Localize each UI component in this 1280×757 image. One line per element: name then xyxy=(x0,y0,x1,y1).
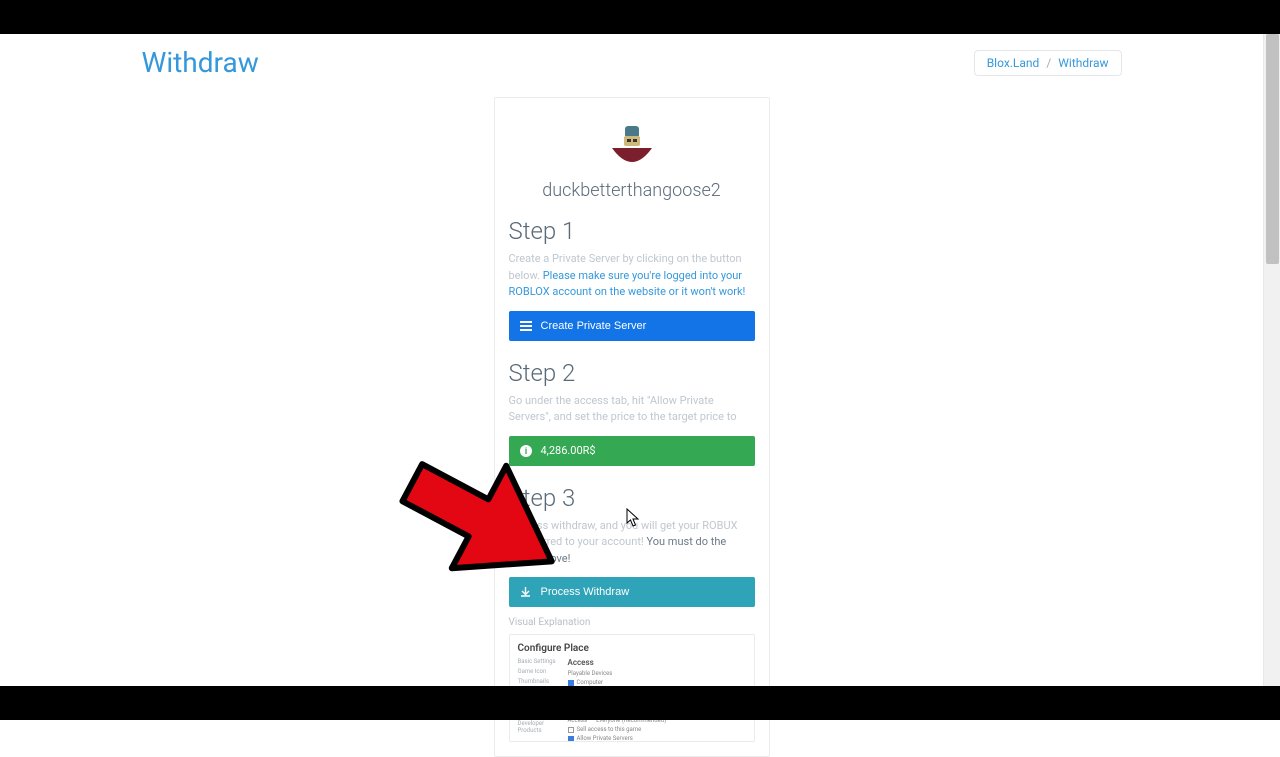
breadcrumb-root[interactable]: Blox.Land xyxy=(987,56,1040,70)
visual-explanation-label: Visual Explanation xyxy=(509,617,755,628)
list-icon xyxy=(519,319,533,333)
create-private-server-label: Create Private Server xyxy=(541,320,647,332)
process-withdraw-button[interactable]: Process Withdraw xyxy=(509,577,755,607)
config-row: Sell access to this game xyxy=(568,726,746,733)
target-price-badge: i 4,286.00R$ xyxy=(509,436,755,466)
withdraw-card: duckbetterthangoose2 Step 1 Create a Pri… xyxy=(494,97,770,757)
step3-title: Step 3 xyxy=(509,484,755,512)
info-circle-icon: i xyxy=(519,444,533,458)
process-withdraw-label: Process Withdraw xyxy=(541,586,630,598)
checkbox-icon xyxy=(568,680,574,686)
config-nav-item: Game Icon xyxy=(518,668,560,675)
config-nav-item: Basic Settings xyxy=(518,658,560,665)
scrollbar-track[interactable] xyxy=(1263,34,1280,686)
config-section-title: Access xyxy=(568,658,746,667)
page-title: Withdraw xyxy=(142,46,259,79)
download-icon xyxy=(519,585,533,599)
checkbox-icon xyxy=(568,727,574,733)
step2-description: Go under the access tab, hit "Allow Priv… xyxy=(509,393,755,426)
letterbox-bottom xyxy=(0,686,1280,720)
scrollbar-thumb[interactable] xyxy=(1266,34,1279,264)
page-header: Withdraw Blox.Land / Withdraw xyxy=(142,34,1122,79)
create-private-server-button[interactable]: Create Private Server xyxy=(509,311,755,341)
page-content: Withdraw Blox.Land / Withdraw duckbetter… xyxy=(0,34,1263,686)
config-row: Playable Devices xyxy=(568,670,746,677)
avatar-container xyxy=(509,118,755,172)
step1-desc-emph: Please make sure you're logged into your… xyxy=(509,269,746,299)
step1-title: Step 1 xyxy=(509,217,755,245)
breadcrumb-separator: / xyxy=(1046,56,1051,70)
step1-description: Create a Private Server by clicking on t… xyxy=(509,251,755,301)
breadcrumb: Blox.Land / Withdraw xyxy=(974,50,1122,76)
step3-description: Process withdraw, and you will get your … xyxy=(509,518,755,568)
configure-place-title: Configure Place xyxy=(518,643,746,654)
breadcrumb-current: Withdraw xyxy=(1058,56,1108,70)
config-nav-item: Developer Products xyxy=(518,720,560,734)
config-row: Computer xyxy=(568,679,746,686)
config-nav-item: Thumbnails xyxy=(518,678,560,685)
config-row: Allow Private Servers xyxy=(568,735,746,742)
checkbox-icon xyxy=(568,736,574,742)
user-avatar xyxy=(605,118,659,172)
letterbox-top xyxy=(0,0,1280,34)
step2-title: Step 2 xyxy=(509,359,755,387)
username-label: duckbetterthangoose2 xyxy=(509,180,755,201)
target-price-amount: 4,286.00R$ xyxy=(541,444,596,457)
svg-text:i: i xyxy=(524,446,527,456)
